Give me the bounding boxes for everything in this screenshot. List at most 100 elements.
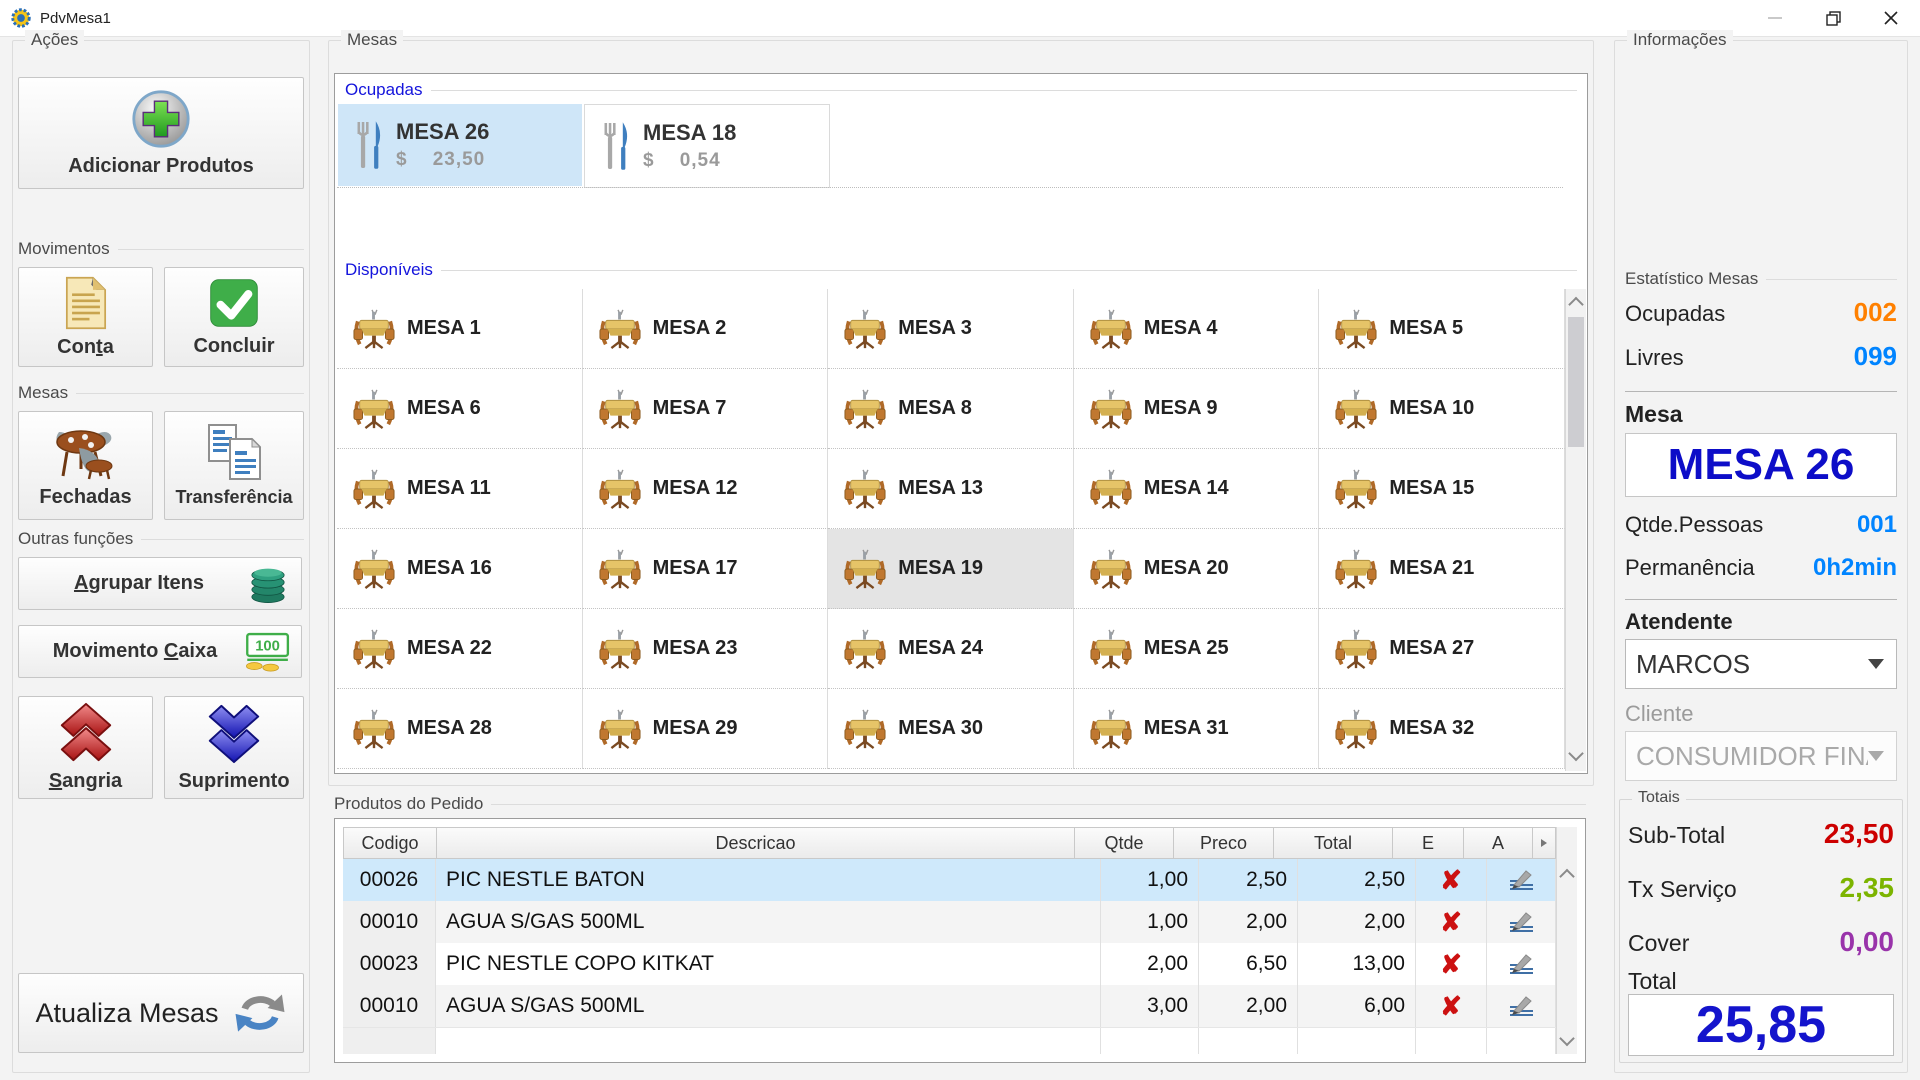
mesa-cell[interactable]: MESA 22	[337, 609, 583, 689]
mesa-cell[interactable]: MESA 17	[583, 529, 829, 609]
mesa-cell[interactable]: MESA 32	[1319, 689, 1565, 769]
scroll-up-icon[interactable]	[1559, 869, 1575, 885]
add-products-button[interactable]: Adicionar Produtos	[18, 77, 304, 189]
mesa-cell[interactable]: MESA 27	[1319, 609, 1565, 689]
mesa-cell[interactable]: MESA 7	[583, 369, 829, 449]
dining-table-icon	[353, 468, 395, 510]
mesa-cell[interactable]: MESA 10	[1319, 369, 1565, 449]
cell-preco: 6,50	[1199, 943, 1298, 985]
suprimento-label: Suprimento	[178, 770, 289, 793]
cover-row: Cover 0,00	[1628, 926, 1894, 958]
livres-count: 099	[1854, 341, 1897, 372]
mesa-cell[interactable]: MESA 20	[1074, 529, 1320, 609]
cell-edit[interactable]	[1487, 985, 1556, 1027]
scrollbar-thumb[interactable]	[1568, 317, 1584, 447]
mesa-cell[interactable]: MESA 8	[828, 369, 1074, 449]
table-row[interactable]: 00023 PIC NESTLE COPO KITKAT 2,00 6,50 1…	[343, 943, 1556, 985]
mesa-cell[interactable]: MESA 12	[583, 449, 829, 529]
atendente-select[interactable]: MARCOS	[1625, 639, 1897, 689]
cell-delete[interactable]: ✘	[1416, 985, 1487, 1027]
col-header-qtde[interactable]: Qtde	[1075, 827, 1174, 859]
mesa-cell[interactable]: MESA 3	[828, 289, 1074, 369]
col-header-total[interactable]: Total	[1274, 827, 1393, 859]
scroll-down-icon[interactable]	[1559, 1031, 1575, 1047]
mesa-cell[interactable]: MESA 4	[1074, 289, 1320, 369]
suprimento-button[interactable]: Suprimento	[164, 696, 304, 799]
ocupadas-count: 002	[1854, 297, 1897, 328]
mesa-cell[interactable]: MESA 21	[1319, 529, 1565, 609]
fechadas-button[interactable]: Fechadas	[18, 411, 153, 520]
dining-table-icon	[844, 308, 886, 350]
sangria-button[interactable]: Sangria	[18, 696, 153, 799]
dining-table-icon	[599, 308, 641, 350]
mesa-cell[interactable]: MESA 29	[583, 689, 829, 769]
col-header-descricao[interactable]: Descricao	[437, 827, 1075, 859]
mesa-cell-label: MESA 15	[1389, 477, 1474, 500]
total-label: Total	[1628, 968, 1677, 995]
cell-delete[interactable]: ✘	[1416, 943, 1487, 985]
actions-panel-title: Ações	[25, 30, 84, 50]
transferencia-button[interactable]: Transferência	[164, 411, 304, 520]
cell-total: 2,00	[1298, 901, 1416, 943]
mesa-cell[interactable]: MESA 16	[337, 529, 583, 609]
mesa-cell[interactable]: MESA 25	[1074, 609, 1320, 689]
cell-delete[interactable]: ✘	[1416, 901, 1487, 943]
actions-panel: Ações Adicionar Produtos Movimentos	[12, 40, 310, 1073]
cell-total: 13,00	[1298, 943, 1416, 985]
agrupar-itens-button[interactable]: Agrupar Itens	[18, 557, 302, 610]
movimento-caixa-button[interactable]: Movimento Caixa 100	[18, 625, 302, 678]
occupied-mesa-tile[interactable]: MESA 26 $ 23,50	[338, 104, 582, 186]
col-header-preco[interactable]: Preco	[1174, 827, 1274, 859]
cell-preco: 2,50	[1199, 859, 1298, 901]
totais-label: Totais	[1632, 789, 1686, 807]
mesas-grid-scrollbar[interactable]	[1565, 289, 1586, 771]
col-header-a[interactable]: A	[1464, 827, 1533, 859]
refresh-icon	[233, 986, 287, 1040]
mesa-cell[interactable]: MESA 5	[1319, 289, 1565, 369]
mesa-cell[interactable]: MESA 11	[337, 449, 583, 529]
mesa-cell-label: MESA 20	[1144, 557, 1229, 580]
mesa-cell[interactable]: MESA 6	[337, 369, 583, 449]
mesa-cell[interactable]: MESA 31	[1074, 689, 1320, 769]
restore-button[interactable]	[1804, 0, 1862, 36]
mesa-cell[interactable]: MESA 30	[828, 689, 1074, 769]
minimize-button[interactable]	[1746, 0, 1804, 36]
order-table-scrollbar[interactable]	[1556, 827, 1577, 1054]
table-row[interactable]: 00010 AGUA S/GAS 500ML 3,00 2,00 6,00 ✘	[343, 985, 1556, 1027]
scroll-down-icon[interactable]	[1568, 746, 1584, 762]
col-header-e[interactable]: E	[1393, 827, 1464, 859]
cell-delete[interactable]: ✘	[1416, 859, 1487, 901]
delete-x-icon: ✘	[1440, 867, 1462, 893]
mesa-cell[interactable]: MESA 14	[1074, 449, 1320, 529]
conta-button[interactable]: Conta	[18, 267, 153, 367]
mesa-cell[interactable]: MESA 19	[828, 529, 1074, 609]
occupied-mesa-tile[interactable]: MESA 18 $ 0,54	[584, 104, 830, 188]
mesa-cell[interactable]: MESA 2	[583, 289, 829, 369]
table-row[interactable]: 00010 AGUA S/GAS 500ML 1,00 2,00 2,00 ✘	[343, 901, 1556, 943]
cell-edit[interactable]	[1487, 943, 1556, 985]
concluir-button[interactable]: Concluir	[164, 267, 304, 367]
mesa-cell[interactable]: MESA 24	[828, 609, 1074, 689]
scroll-up-icon[interactable]	[1568, 297, 1584, 313]
close-button[interactable]	[1862, 0, 1920, 36]
mesa-cell[interactable]: MESA 13	[828, 449, 1074, 529]
concluir-label: Concluir	[193, 335, 274, 358]
table-row[interactable]: 00026 PIC NESTLE BATON 1,00 2,50 2,50 ✘	[343, 859, 1556, 901]
cell-codigo: 00026	[343, 859, 436, 901]
fork-knife-icon	[352, 116, 386, 174]
cliente-value: CONSUMIDOR FINAL	[1636, 741, 1868, 772]
mesa-cell[interactable]: MESA 28	[337, 689, 583, 769]
col-header-codigo[interactable]: Codigo	[343, 827, 437, 859]
total-value: 25,85	[1696, 995, 1826, 1055]
mesa-cell[interactable]: MESA 9	[1074, 369, 1320, 449]
atualiza-mesas-button[interactable]: Atualiza Mesas	[18, 973, 304, 1053]
cell-edit[interactable]	[1487, 901, 1556, 943]
cell-edit[interactable]	[1487, 859, 1556, 901]
add-products-label: Adicionar Produtos	[68, 155, 254, 178]
mesa-cell-label: MESA 9	[1144, 397, 1218, 420]
mesa-cell[interactable]: MESA 1	[337, 289, 583, 369]
closed-table-icon	[53, 422, 119, 480]
mesa-cell[interactable]: MESA 15	[1319, 449, 1565, 529]
dining-table-icon	[1090, 628, 1132, 670]
mesa-cell[interactable]: MESA 23	[583, 609, 829, 689]
